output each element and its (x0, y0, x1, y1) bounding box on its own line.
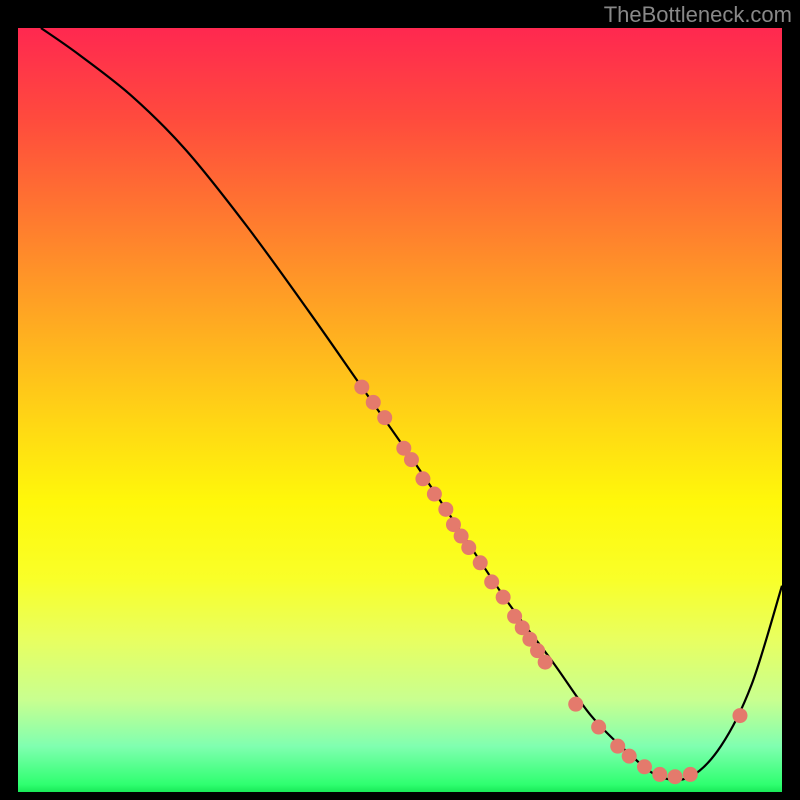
bottleneck-curve (41, 28, 782, 780)
watermark-text: TheBottleneck.com (604, 2, 792, 28)
data-point (484, 574, 499, 589)
data-point (415, 471, 430, 486)
data-point (668, 769, 683, 784)
data-point (366, 395, 381, 410)
data-point (438, 502, 453, 517)
data-point (683, 767, 698, 782)
data-point (404, 452, 419, 467)
data-point (652, 767, 667, 782)
data-point (496, 590, 511, 605)
chart-plot-area (18, 28, 782, 792)
data-point (591, 720, 606, 735)
data-point (622, 749, 637, 764)
data-points-group (354, 380, 747, 785)
chart-svg (18, 28, 782, 792)
data-point (354, 380, 369, 395)
data-point (732, 708, 747, 723)
data-point (473, 555, 488, 570)
data-point (538, 655, 553, 670)
data-point (461, 540, 476, 555)
data-point (610, 739, 625, 754)
data-point (377, 410, 392, 425)
data-point (568, 697, 583, 712)
data-point (427, 487, 442, 502)
data-point (637, 759, 652, 774)
